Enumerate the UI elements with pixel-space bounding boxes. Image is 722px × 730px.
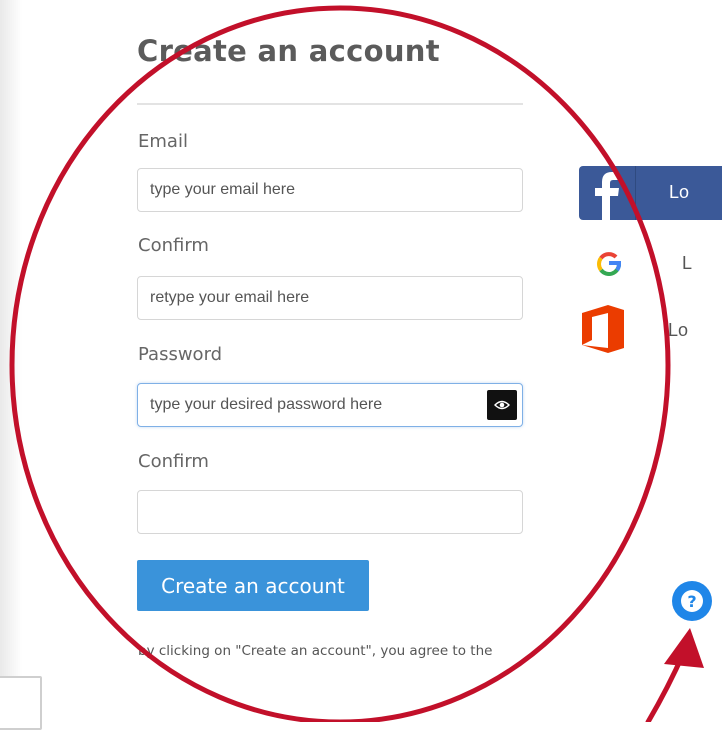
annotation-overlay <box>9 5 704 722</box>
office-login-label[interactable]: Lo <box>668 320 688 341</box>
eye-icon <box>494 400 510 410</box>
help-icon: ? <box>681 590 703 612</box>
facebook-icon <box>579 166 635 220</box>
password-field-group <box>137 383 523 427</box>
terms-agreement-text: by clicking on "Create an account", you … <box>138 643 493 659</box>
help-button[interactable]: ? <box>672 581 712 621</box>
facebook-login-label: Lo <box>669 182 690 202</box>
confirm-email-label: Confirm <box>138 235 209 256</box>
email-label: Email <box>138 131 188 152</box>
annotation-circle <box>9 5 671 722</box>
facebook-divider <box>635 166 636 220</box>
confirm-email-field[interactable] <box>137 276 523 320</box>
email-field[interactable] <box>137 168 523 212</box>
password-label: Password <box>138 344 223 365</box>
google-icon[interactable] <box>596 251 622 277</box>
google-login-label[interactable]: L <box>682 253 692 274</box>
page-title: Create an account <box>137 34 440 68</box>
annotation-arrow-shaft <box>645 649 687 722</box>
facebook-login-button[interactable]: Lo <box>579 166 722 220</box>
password-field[interactable] <box>137 383 523 427</box>
annotation-arrow-head <box>664 628 704 668</box>
office-icon[interactable] <box>580 303 626 355</box>
password-visibility-toggle[interactable] <box>487 390 517 420</box>
confirm-password-label: Confirm <box>138 451 209 472</box>
title-divider <box>137 103 523 105</box>
page-left-edge <box>0 0 22 722</box>
confirm-password-field[interactable] <box>137 490 523 534</box>
create-account-button[interactable]: Create an account <box>137 560 369 611</box>
